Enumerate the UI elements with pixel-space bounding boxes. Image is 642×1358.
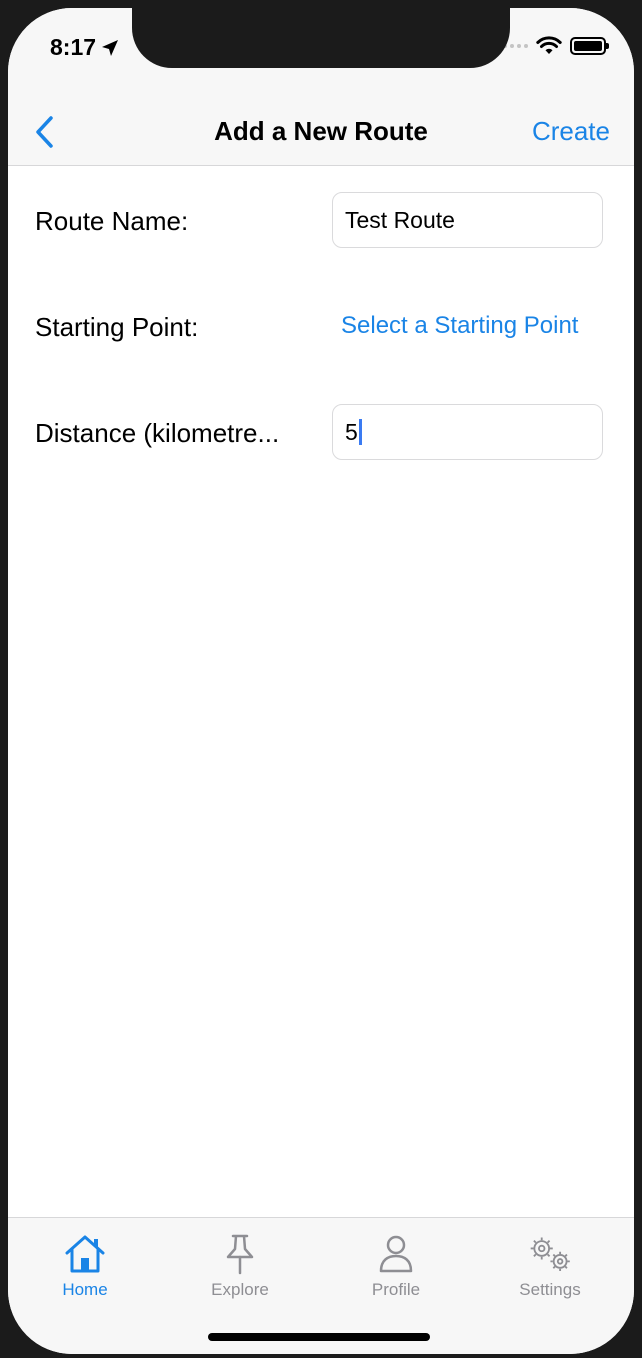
route-name-row: Route Name: Test Route <box>8 192 634 252</box>
tab-settings-label: Settings <box>519 1280 581 1299</box>
distance-value: 5 <box>345 418 358 445</box>
location-arrow-icon <box>102 39 119 56</box>
wifi-icon <box>536 36 562 54</box>
home-icon <box>62 1232 108 1276</box>
tab-bar: Home Explore Profile Settings <box>8 1217 634 1354</box>
route-name-field[interactable]: Test Route <box>332 192 603 248</box>
phone-screen: 8:17 Add a New Route Create Route Name: … <box>8 8 634 1354</box>
status-time: 8:17 <box>50 34 97 60</box>
distance-label: Distance (kilometre... <box>35 418 280 448</box>
pin-icon <box>217 1232 263 1276</box>
tab-home-label: Home <box>62 1280 108 1299</box>
tab-settings[interactable]: Settings <box>495 1232 605 1302</box>
gears-icon <box>527 1232 573 1276</box>
device-notch <box>132 8 510 68</box>
create-button[interactable]: Create <box>532 116 610 147</box>
home-indicator <box>208 1333 430 1341</box>
person-icon <box>373 1232 419 1276</box>
tab-profile[interactable]: Profile <box>341 1232 451 1302</box>
route-name-value: Test Route <box>345 206 455 233</box>
tab-explore-label: Explore <box>211 1280 269 1299</box>
tab-explore[interactable]: Explore <box>185 1232 295 1302</box>
text-cursor <box>358 419 362 445</box>
tab-profile-label: Profile <box>371 1280 421 1299</box>
select-starting-point-button[interactable]: Select a Starting Point <box>341 312 578 340</box>
tab-home[interactable]: Home <box>30 1232 140 1302</box>
route-name-label: Route Name: <box>35 206 189 236</box>
starting-point-row: Starting Point: Select a Starting Point <box>8 298 634 358</box>
status-indicators <box>503 36 609 56</box>
starting-point-label: Starting Point: <box>35 312 199 342</box>
status-time-group: 8:17 <box>50 34 119 61</box>
distance-row: Distance (kilometre... 5 <box>8 404 634 464</box>
navigation-bar: Add a New Route Create <box>8 96 634 166</box>
battery-icon <box>570 37 609 55</box>
distance-field[interactable]: 5 <box>332 404 603 460</box>
cellular-signal-icon <box>503 44 528 48</box>
